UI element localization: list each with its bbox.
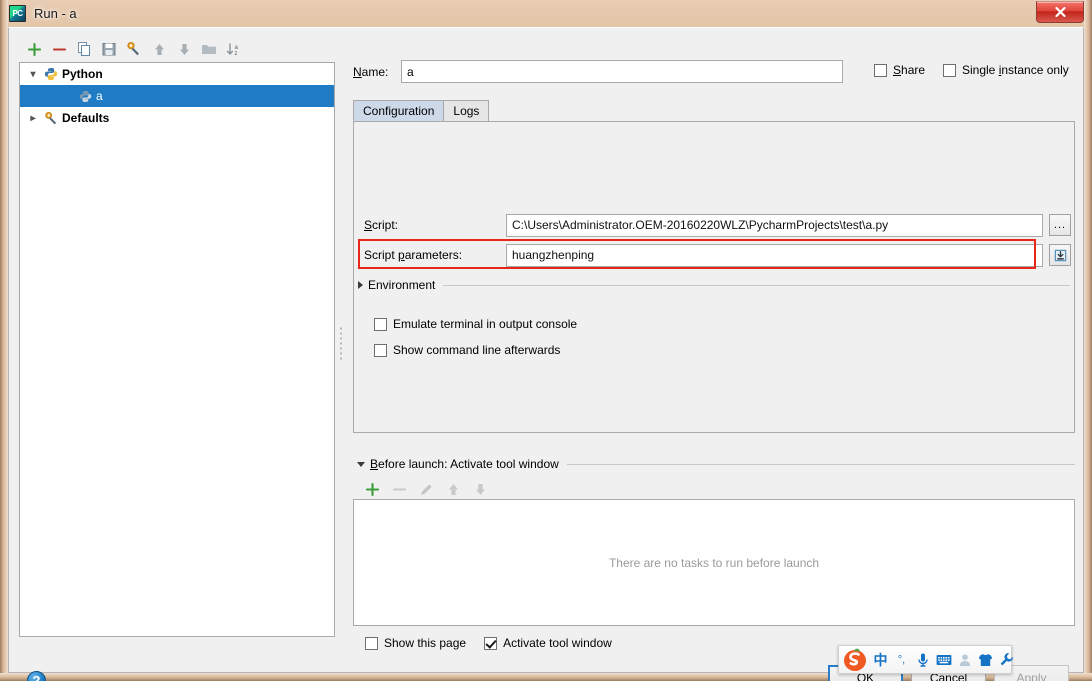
- single-instance-only-checkbox[interactable]: Single instance only: [943, 63, 1069, 77]
- python-icon: [42, 67, 60, 81]
- copy-icon[interactable]: [73, 38, 95, 60]
- checkbox-box: [484, 636, 498, 650]
- show-command-line-label: Show command line afterwards: [393, 343, 561, 357]
- ime-soft-keyboard-icon[interactable]: [934, 648, 953, 672]
- script-row: Script: ...: [364, 213, 1071, 237]
- sort-az-icon[interactable]: a z: [223, 38, 245, 60]
- tree-node-label: a: [96, 89, 103, 103]
- script-parameters-label: Script parameters:: [364, 248, 463, 262]
- arrow-down-icon[interactable]: [173, 38, 195, 60]
- ime-skin-icon[interactable]: [976, 648, 995, 672]
- close-icon[interactable]: [1036, 1, 1084, 23]
- pycharm-icon: PC: [9, 5, 26, 22]
- ime-voice-input-icon[interactable]: [913, 648, 932, 672]
- name-row: Name:: [353, 60, 843, 83]
- window-border-right: [1084, 0, 1092, 681]
- script-parameters-input[interactable]: [506, 243, 1043, 267]
- checkbox-box: [374, 343, 387, 357]
- checkbox-box: [365, 636, 378, 650]
- remove-configuration-button[interactable]: [48, 38, 70, 60]
- before-launch-label: Before launch: Activate tool window: [370, 457, 559, 471]
- bl-move-down-button: [469, 478, 491, 500]
- configuration-editor-panel: Name: Share Single instance only Configu…: [353, 36, 1075, 650]
- activate-tool-window-checkbox[interactable]: Activate tool window: [484, 636, 612, 650]
- folder-icon[interactable]: [198, 38, 220, 60]
- wrench-icon[interactable]: [123, 38, 145, 60]
- ime-punctuation-mode[interactable]: °,: [892, 648, 911, 672]
- checkbox-box: [374, 317, 387, 331]
- emulate-terminal-checkbox[interactable]: Emulate terminal in output console: [374, 317, 577, 331]
- bl-add-task-button[interactable]: [361, 478, 383, 500]
- activate-tool-window-label: Activate tool window: [503, 636, 612, 650]
- configurations-tree[interactable]: ▾ Python a ▸ Defaults: [19, 62, 335, 637]
- chevron-right-icon[interactable]: ▸: [24, 113, 42, 124]
- help-button[interactable]: ?: [27, 671, 46, 681]
- section-divider: [566, 463, 1075, 465]
- before-launch-header[interactable]: Before launch: Activate tool window: [357, 456, 1075, 472]
- script-browse-button[interactable]: ...: [1049, 214, 1071, 236]
- add-configuration-button[interactable]: [23, 38, 45, 60]
- pencil-icon: [415, 478, 437, 500]
- tab-configuration[interactable]: Configuration: [353, 100, 445, 121]
- window-title: Run - a: [34, 6, 77, 21]
- tree-node-defaults[interactable]: ▸ Defaults: [20, 107, 334, 129]
- name-label: Name:: [353, 64, 389, 79]
- tree-node-label: Python: [62, 67, 103, 81]
- ime-user-icon[interactable]: [955, 648, 974, 672]
- configurations-panel: a z ▾ Python a ▸ Defaults: [19, 36, 335, 637]
- tab-logs[interactable]: Logs: [443, 100, 490, 121]
- sogou-logo-icon[interactable]: [841, 647, 869, 673]
- chevron-down-icon[interactable]: ▾: [24, 69, 42, 80]
- show-this-page-label: Show this page: [384, 636, 467, 650]
- splitter-handle: [340, 326, 342, 360]
- environment-label: Environment: [368, 278, 436, 292]
- window-border-left: [0, 0, 8, 681]
- tree-node-a[interactable]: a: [20, 85, 334, 107]
- insert-macro-icon[interactable]: [1049, 244, 1071, 266]
- name-input[interactable]: [401, 60, 843, 83]
- single-instance-only-label: Single instance only: [962, 63, 1069, 77]
- panel-splitter[interactable]: [337, 36, 345, 637]
- title-bar[interactable]: PC Run - a: [0, 0, 1092, 27]
- chevron-down-icon: [357, 461, 365, 467]
- share-label: Share: [893, 63, 926, 77]
- show-command-line-checkbox[interactable]: Show command line afterwards: [374, 343, 560, 357]
- dialog-client-area: a z ▾ Python a ▸ Defaults Name: a Share …: [8, 27, 1084, 681]
- share-checkbox[interactable]: Share: [874, 63, 925, 77]
- tree-node-python[interactable]: ▾ Python: [20, 63, 334, 85]
- run-configuration-window: PC Run - a a z ▾ Python a ▸ Defaults Nam…: [0, 0, 1092, 681]
- bl-remove-task-button: [388, 478, 410, 500]
- ime-language-mode[interactable]: 中: [871, 648, 890, 672]
- before-launch-empty-message: There are no tasks to run before launch: [608, 555, 820, 570]
- bl-move-up-button: [442, 478, 464, 500]
- ellipsis-icon: ...: [1053, 219, 1067, 231]
- configuration-tab-panel: Script: ... Script parameters:: [353, 121, 1075, 433]
- before-launch-options: Show this page Activate tool window: [365, 636, 612, 650]
- section-divider: [443, 284, 1070, 286]
- svg-text:a: a: [235, 44, 239, 50]
- script-label: Script:: [364, 218, 399, 232]
- python-run-icon: [76, 90, 94, 103]
- svg-text:z: z: [235, 51, 238, 57]
- sogou-ime-toolbar[interactable]: 中 °,: [838, 645, 1013, 674]
- emulate-terminal-label: Emulate terminal in output console: [393, 317, 578, 331]
- configurations-toolbar: a z: [19, 36, 335, 62]
- save-icon[interactable]: [98, 38, 120, 60]
- chevron-right-icon: [358, 281, 363, 289]
- wrench-icon: [42, 111, 60, 126]
- tree-node-label: Defaults: [62, 111, 110, 125]
- environment-section-header[interactable]: Environment: [358, 277, 1070, 293]
- editor-tabs: Configuration Logs: [353, 100, 490, 121]
- show-this-page-checkbox[interactable]: Show this page: [365, 636, 466, 650]
- checkbox-box: [874, 63, 887, 77]
- script-parameters-row: Script parameters:: [364, 243, 1071, 267]
- script-input[interactable]: [506, 213, 1043, 237]
- before-launch-task-list[interactable]: There are no tasks to run before launch: [353, 499, 1075, 626]
- checkbox-box: [943, 63, 956, 77]
- arrow-up-icon[interactable]: [148, 38, 170, 60]
- ime-settings-icon[interactable]: [997, 648, 1016, 672]
